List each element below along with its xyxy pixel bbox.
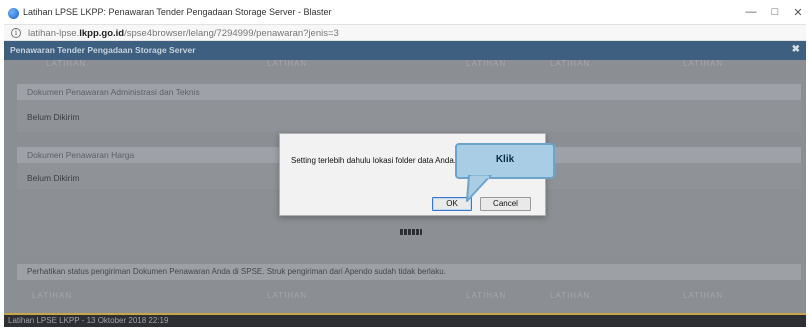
panel-admin-teknis: Dokumen Penawaran Administrasi dan Tekni… — [17, 84, 801, 132]
browser-window: Latihan LPSE LKPP: Penawaran Tender Peng… — [0, 0, 812, 329]
callout-label: Klik — [495, 154, 515, 165]
watermark: LATIHAN — [466, 59, 507, 68]
callout-pointer-icon — [466, 175, 492, 202]
watermark: LATIHAN — [267, 59, 308, 68]
loading-icon — [400, 229, 422, 235]
url-prefix: latihan-lpse. — [28, 28, 80, 39]
url-domain: lkpp.go.id — [79, 28, 125, 39]
panel-status: Belum Dikirim — [27, 173, 80, 183]
notice-bar: Perhatikan status pengiriman Dokumen Pen… — [17, 264, 801, 280]
minimize-button[interactable]: — — [741, 6, 761, 18]
watermark: LATIHAN — [550, 291, 591, 300]
address-bar[interactable]: i latihan-lpse.lkpp.go.id/spse4browser/l… — [4, 24, 806, 41]
watermark: LATIHAN — [683, 291, 724, 300]
panel-header-label: Dokumen Penawaran Administrasi dan Tekni… — [27, 87, 200, 97]
browser-logo-icon — [8, 8, 19, 19]
watermark: LATIHAN — [466, 291, 507, 300]
modal-header: Penawaran Tender Pengadaan Storage Serve… — [4, 41, 806, 60]
status-bar: Latihan LPSE LKPP - 13 Oktober 2018 22:1… — [4, 313, 806, 327]
url-path: /spse4browser/lelang/7294999/penawaran?j… — [124, 28, 339, 39]
notice-text: Perhatikan status pengiriman Dokumen Pen… — [27, 267, 446, 276]
info-icon[interactable]: i — [11, 28, 21, 38]
url-text[interactable]: latihan-lpse.lkpp.go.id/spse4browser/lel… — [28, 28, 339, 39]
close-window-button[interactable]: ✕ — [788, 6, 808, 19]
panel-header-label: Dokumen Penawaran Harga — [27, 150, 135, 160]
panel-status: Belum Dikirim — [27, 112, 80, 122]
watermark: LATIHAN — [683, 59, 724, 68]
watermark: LATIHAN — [267, 291, 308, 300]
window-title: Latihan LPSE LKPP: Penawaran Tender Peng… — [23, 7, 332, 17]
maximize-button[interactable]: □ — [765, 6, 785, 18]
panel-header: Dokumen Penawaran Administrasi dan Tekni… — [17, 84, 801, 100]
watermark: LATIHAN — [32, 291, 73, 300]
dialog-message: Setting terlebih dahulu lokasi folder da… — [291, 156, 457, 165]
status-bar-text: Latihan LPSE LKPP - 13 Oktober 2018 22:1… — [8, 316, 169, 325]
modal-title: Penawaran Tender Pengadaan Storage Serve… — [10, 45, 196, 55]
klik-callout: Klik — [455, 143, 555, 179]
watermark: LATIHAN — [46, 59, 87, 68]
watermark: LATIHAN — [550, 59, 591, 68]
title-bar: Latihan LPSE LKPP: Penawaran Tender Peng… — [4, 5, 806, 23]
modal-close-icon[interactable]: ✖ — [792, 44, 800, 55]
